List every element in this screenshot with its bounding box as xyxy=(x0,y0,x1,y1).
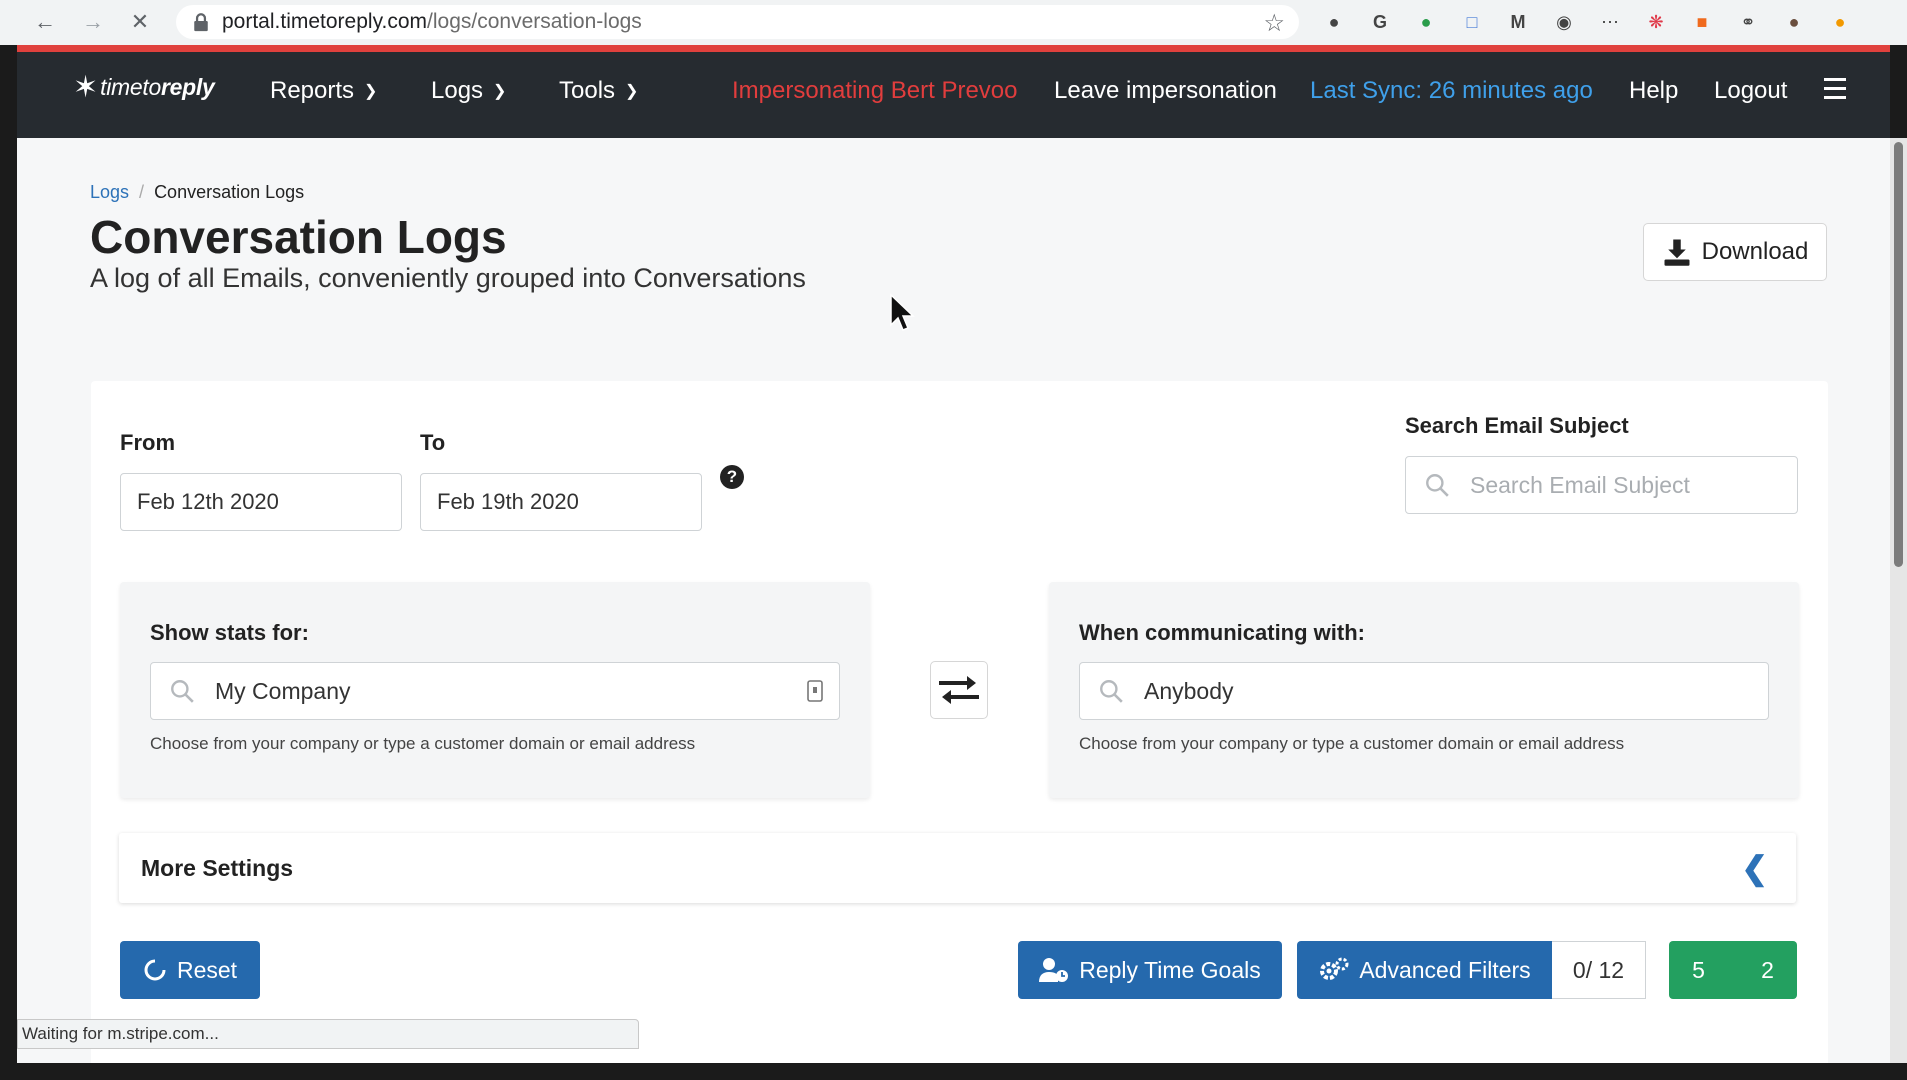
communicating-with-input[interactable]: Anybody xyxy=(1079,662,1769,720)
chevron-left-icon: ❮ xyxy=(1741,850,1768,886)
chevron-down-icon: ❯ xyxy=(364,83,378,100)
forward-icon[interactable]: → xyxy=(78,7,108,37)
from-date-input[interactable]: Feb 12th 2020 xyxy=(120,473,402,531)
bookmark-star-icon[interactable]: ☆ xyxy=(1263,9,1285,38)
url-text: portal.timetoreply.com/logs/conversation… xyxy=(222,10,642,34)
show-stats-label: Show stats for: xyxy=(150,620,309,645)
extension-dots-icon[interactable]: ⋯ xyxy=(1594,7,1626,37)
back-icon[interactable]: ← xyxy=(30,7,60,37)
impersonating-status: Impersonating Bert Prevoo xyxy=(732,77,1018,104)
extension-u-icon[interactable]: ⚭ xyxy=(1732,7,1764,37)
filter-count-badge: 0/ 12 xyxy=(1552,941,1646,999)
url-host: portal.timetoreply.com xyxy=(222,10,428,33)
reply-time-goals-label: Reply Time Goals xyxy=(1079,956,1261,983)
refresh-icon xyxy=(144,959,166,981)
help-link[interactable]: Help xyxy=(1629,77,1678,105)
page-subtitle: A log of all Emails, conveniently groupe… xyxy=(90,263,806,293)
user-clock-icon xyxy=(1039,958,1069,982)
chevron-down-icon: ❯ xyxy=(625,83,639,100)
extension-orange-icon[interactable]: ■ xyxy=(1686,7,1718,37)
breadcrumb-logs-link[interactable]: Logs xyxy=(90,182,129,202)
advanced-filters-button[interactable]: Advanced Filters xyxy=(1297,941,1553,999)
search-icon xyxy=(171,680,194,703)
top-navigation: ✶ timetoreply Reports ❯ Logs ❯ Tools ❯ I… xyxy=(17,52,1890,138)
download-icon xyxy=(1664,239,1690,266)
gears-icon xyxy=(1320,957,1349,980)
from-label: From xyxy=(120,430,175,455)
communicating-with-value: Anybody xyxy=(1144,677,1234,704)
stats-count-b: 2 xyxy=(1761,956,1774,983)
loading-bar xyxy=(17,45,1890,52)
extension-m-icon[interactable]: M xyxy=(1502,7,1534,37)
reset-button[interactable]: Reset xyxy=(120,941,260,999)
browser-status-bar: Waiting for m.stripe.com... xyxy=(17,1019,639,1049)
logo-text-suffix: reply xyxy=(160,74,215,100)
logout-link[interactable]: Logout xyxy=(1714,77,1787,105)
last-sync-status: Last Sync: 26 minutes ago xyxy=(1310,77,1593,104)
chevron-down-icon: ❯ xyxy=(493,83,507,100)
communicating-with-hint: Choose from your company or type a custo… xyxy=(1079,734,1625,753)
nav-tools[interactable]: Tools ❯ xyxy=(559,77,638,105)
hamburger-menu-icon[interactable] xyxy=(1824,78,1846,105)
stats-count-a: 5 xyxy=(1692,956,1705,983)
nav-reports-label: Reports xyxy=(270,77,355,104)
search-icon xyxy=(1426,474,1449,497)
nav-logs-label: Logs xyxy=(431,77,484,104)
more-settings-label: More Settings xyxy=(141,855,294,881)
extension-circle-icon[interactable]: ● xyxy=(1318,7,1350,37)
communicating-with-label: When communicating with: xyxy=(1079,620,1365,645)
nav-tools-label: Tools xyxy=(559,77,616,104)
page-scrollbar[interactable] xyxy=(1890,138,1907,1063)
nav-logs[interactable]: Logs ❯ xyxy=(431,77,506,105)
contact-card-icon[interactable] xyxy=(807,680,823,702)
browser-toolbar: ← → ✕ portal.timetoreply.com/logs/conver… xyxy=(0,0,1907,45)
show-stats-hint: Choose from your company or type a custo… xyxy=(150,734,696,753)
extension-icons: ● G ● □ M ◉ ⋯ ❋ ■ ⚭ ● ● xyxy=(1318,7,1856,37)
show-stats-value: My Company xyxy=(215,677,351,704)
logo-text-prefix: timeto xyxy=(100,74,161,100)
show-stats-panel: Show stats for: My Company Choose from y… xyxy=(120,582,870,798)
leave-impersonation-link[interactable]: Leave impersonation xyxy=(1054,77,1277,105)
lock-icon xyxy=(194,13,208,31)
update-alert-icon[interactable]: ● xyxy=(1824,7,1856,37)
download-label: Download xyxy=(1701,238,1809,265)
more-settings-toggle[interactable]: More Settings ❮ xyxy=(119,833,1796,903)
rabbit-logo-icon: ✶ xyxy=(73,71,99,104)
search-subject-placeholder: Search Email Subject xyxy=(1470,471,1690,498)
nav-reports[interactable]: Reports ❯ xyxy=(270,77,377,105)
extension-calendar-icon[interactable]: □ xyxy=(1456,7,1488,37)
extension-spiral-icon[interactable]: ❋ xyxy=(1640,7,1672,37)
reset-label: Reset xyxy=(176,956,238,983)
stop-loading-icon[interactable]: ✕ xyxy=(125,7,155,37)
extension-green-dot-icon[interactable]: ● xyxy=(1410,7,1442,37)
reply-time-goals-button[interactable]: Reply Time Goals xyxy=(1018,941,1282,999)
to-label: To xyxy=(420,430,446,455)
breadcrumb: Logs / Conversation Logs xyxy=(90,182,304,203)
extension-camera-icon[interactable]: ◉ xyxy=(1548,7,1580,37)
page-title: Conversation Logs xyxy=(90,211,507,263)
to-date-input[interactable]: Feb 19th 2020 xyxy=(420,473,702,531)
swap-filters-button[interactable] xyxy=(930,661,988,719)
stats-toggle-button[interactable]: 5 2 xyxy=(1669,941,1797,999)
breadcrumb-separator: / xyxy=(139,182,145,202)
advanced-filters-label: Advanced Filters xyxy=(1359,956,1531,983)
url-path: /logs/conversation-logs xyxy=(427,10,642,33)
show-stats-input[interactable]: My Company xyxy=(150,662,840,720)
profile-avatar-icon[interactable]: ● xyxy=(1778,7,1810,37)
search-subject-input[interactable]: Search Email Subject xyxy=(1405,456,1798,514)
swap-arrows-icon xyxy=(939,676,979,704)
search-icon xyxy=(1100,680,1123,703)
extension-grammarly-icon[interactable]: G xyxy=(1364,7,1396,37)
page-viewport: ✶ timetoreply Reports ❯ Logs ❯ Tools ❯ I… xyxy=(17,45,1890,1063)
mouse-cursor-icon xyxy=(890,293,915,331)
question-help-icon[interactable]: ? xyxy=(720,465,744,489)
timetoreply-logo[interactable]: ✶ timetoreply xyxy=(73,70,215,105)
search-subject-label: Search Email Subject xyxy=(1405,413,1629,438)
download-button[interactable]: Download xyxy=(1643,223,1827,281)
communicating-with-panel: When communicating with: Anybody Choose … xyxy=(1049,582,1799,798)
breadcrumb-current: Conversation Logs xyxy=(154,182,305,202)
scrollbar-thumb[interactable] xyxy=(1894,142,1903,567)
address-bar[interactable]: portal.timetoreply.com/logs/conversation… xyxy=(176,5,1299,39)
